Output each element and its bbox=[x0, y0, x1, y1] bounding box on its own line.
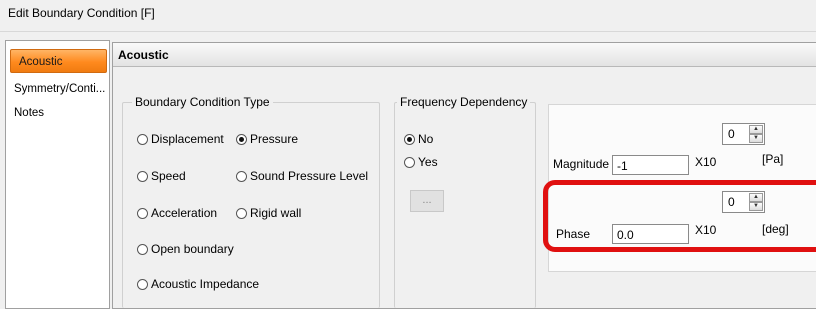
radio-rigid-wall[interactable]: Rigid wall bbox=[236, 206, 301, 220]
radio-acoustic-impedance[interactable]: Acoustic Impedance bbox=[137, 277, 259, 291]
magnitude-multiplier: X10 bbox=[695, 155, 717, 169]
spin-up-icon[interactable]: ▲ bbox=[749, 125, 763, 134]
sidebar-item-notes[interactable]: Notes bbox=[6, 101, 107, 125]
radio-label: Sound Pressure Level bbox=[250, 169, 369, 183]
magnitude-exponent-spinner[interactable]: 0 ▲ ▼ bbox=[722, 123, 765, 145]
radio-label: No bbox=[418, 132, 434, 146]
radio-label: Yes bbox=[418, 155, 438, 169]
panel-header: Acoustic bbox=[113, 43, 816, 67]
radio-label: Displacement bbox=[151, 132, 224, 146]
radio-label: Pressure bbox=[250, 132, 299, 146]
radio-freq-no[interactable]: No bbox=[404, 132, 433, 146]
radio-circle bbox=[404, 156, 415, 168]
radio-label: Acoustic Impedance bbox=[151, 277, 260, 291]
radio-circle bbox=[137, 278, 148, 290]
radio-label: Speed bbox=[151, 169, 186, 183]
frequency-browse-button[interactable]: ... bbox=[410, 190, 444, 212]
phase-highlight-annotation bbox=[543, 180, 816, 252]
radio-circle bbox=[137, 243, 148, 255]
radio-freq-yes[interactable]: Yes bbox=[404, 155, 438, 169]
sidebar: Acoustic Symmetry/Conti... Notes bbox=[5, 40, 110, 309]
radio-pressure[interactable]: Pressure bbox=[236, 132, 298, 146]
radio-circle bbox=[236, 170, 247, 182]
frequency-legend: Frequency Dependency bbox=[397, 95, 531, 109]
spin-down-icon[interactable]: ▼ bbox=[749, 134, 763, 143]
radio-open-boundary[interactable]: Open boundary bbox=[137, 242, 234, 256]
radio-circle bbox=[137, 170, 148, 182]
radio-label: Open boundary bbox=[151, 242, 234, 256]
radio-label: Rigid wall bbox=[250, 206, 302, 220]
radio-circle-selected bbox=[236, 133, 247, 145]
radio-circle bbox=[137, 207, 148, 219]
radio-circle-selected bbox=[404, 133, 415, 145]
window-title: Edit Boundary Condition [F] bbox=[8, 6, 155, 20]
magnitude-label: Magnitude bbox=[553, 157, 610, 171]
radio-circle bbox=[137, 133, 148, 145]
sidebar-item-symmetry[interactable]: Symmetry/Conti... bbox=[6, 77, 107, 101]
radio-circle bbox=[236, 207, 247, 219]
bc-type-legend: Boundary Condition Type bbox=[132, 95, 273, 109]
radio-sound-pressure-level[interactable]: Sound Pressure Level bbox=[236, 169, 368, 183]
magnitude-input[interactable]: -1 bbox=[612, 155, 689, 175]
sidebar-item-acoustic[interactable]: Acoustic bbox=[10, 49, 107, 73]
radio-speed[interactable]: Speed bbox=[137, 169, 186, 183]
radio-acceleration[interactable]: Acceleration bbox=[137, 206, 217, 220]
radio-label: Acceleration bbox=[151, 206, 218, 220]
magnitude-unit: [Pa] bbox=[762, 152, 784, 166]
radio-displacement[interactable]: Displacement bbox=[137, 132, 224, 146]
spinner-value: 0 bbox=[728, 127, 735, 141]
